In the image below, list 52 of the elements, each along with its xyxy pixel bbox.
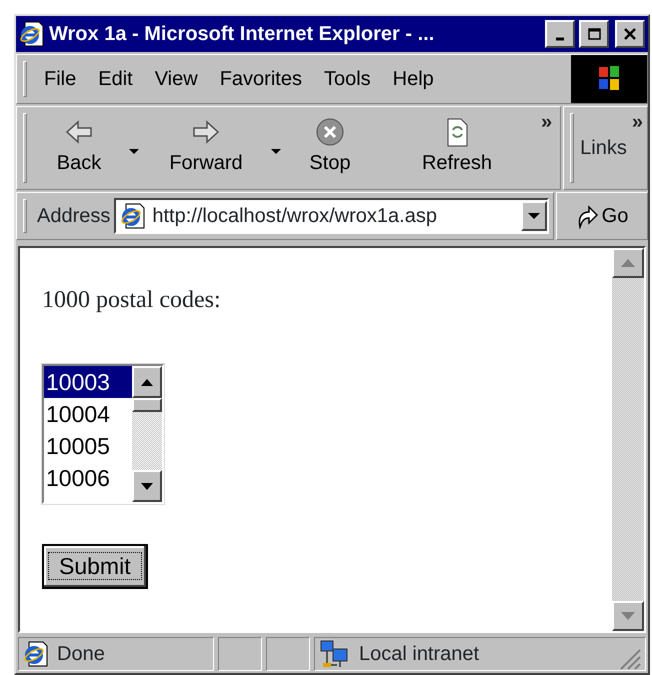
down-arrow-icon — [621, 612, 635, 620]
address-label: Address — [37, 204, 110, 229]
zone-text: Local intranet — [359, 642, 480, 667]
caret-icon — [528, 212, 540, 220]
scroll-up-button[interactable] — [612, 248, 644, 278]
maximize-icon — [587, 28, 601, 40]
window-title: Wrox 1a - Microsoft Internet Explorer - ... — [49, 22, 436, 47]
curved-arrow-icon — [576, 203, 598, 229]
menu-item[interactable]: Favorites — [208, 64, 313, 94]
menu-item[interactable]: File — [33, 64, 88, 94]
chevron-button[interactable]: » — [541, 107, 552, 137]
toolbar-button[interactable]: Stop — [287, 118, 373, 178]
list-option[interactable]: 10005 — [44, 430, 132, 462]
menu-item[interactable]: Help — [382, 64, 445, 94]
minimize-button[interactable] — [545, 20, 575, 48]
status-pane — [218, 637, 262, 671]
submit-button[interactable]: Submit — [42, 544, 148, 588]
address-field[interactable]: http://localhost/wrox/wrox1a.asp — [114, 198, 549, 234]
menu-item[interactable]: View — [144, 64, 209, 94]
list-option[interactable]: 10003 — [44, 366, 132, 398]
postal-code-listbox[interactable]: 10003 10004 10005 10006 — [42, 364, 164, 504]
windows-logo-icon — [571, 55, 647, 103]
toolbar-button[interactable]: Refresh — [393, 118, 521, 178]
scroll-down-button[interactable] — [612, 601, 644, 631]
status-pane — [266, 637, 310, 671]
list-option[interactable]: 10006 — [44, 462, 132, 494]
close-button[interactable] — [615, 20, 645, 48]
ie-icon — [19, 21, 45, 47]
links-label[interactable]: Links — [580, 133, 627, 163]
minimize-icon — [556, 37, 564, 41]
maximize-button[interactable] — [579, 20, 609, 48]
dropdown-button[interactable] — [521, 201, 547, 231]
scroll-thumb[interactable] — [132, 398, 162, 412]
menu-item[interactable]: Tools — [312, 64, 382, 94]
ie-icon — [23, 641, 49, 667]
list-option[interactable]: 10004 — [44, 398, 132, 430]
scroll-down-button[interactable] — [132, 470, 162, 502]
page-text: 1000 postal codes: — [42, 286, 222, 315]
scroll-up-button[interactable] — [132, 366, 162, 398]
ie-icon — [120, 203, 146, 229]
down-arrow-icon — [141, 482, 153, 490]
caret-icon — [271, 148, 281, 154]
up-arrow-icon — [141, 378, 153, 386]
chevron-button[interactable]: » — [632, 107, 643, 137]
menu-item[interactable]: Edit — [87, 64, 144, 94]
toolbar-button[interactable]: Back — [33, 118, 145, 178]
up-arrow-icon — [621, 259, 635, 267]
status-text: Done — [57, 642, 105, 667]
caret-icon — [129, 148, 139, 154]
close-icon — [623, 28, 637, 40]
toolbar-button[interactable]: Forward — [145, 118, 287, 178]
stop-icon — [314, 118, 346, 148]
